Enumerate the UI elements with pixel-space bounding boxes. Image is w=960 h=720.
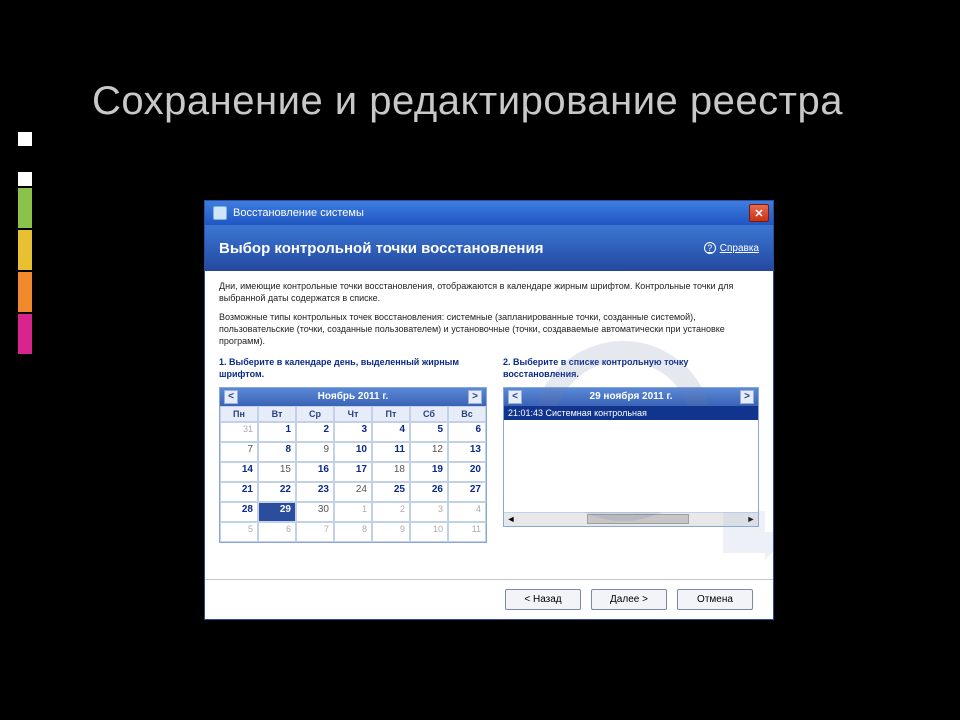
calendar-day[interactable]: 5 xyxy=(410,422,448,442)
calendar-dow: Пн xyxy=(220,406,258,422)
calendar-day[interactable]: 10 xyxy=(334,442,372,462)
step-1-label: 1. Выберите в календаре день, выделенный… xyxy=(219,357,489,380)
calendar-day[interactable]: 2 xyxy=(296,422,334,442)
content-area: Дни, имеющие контрольные точки восстанов… xyxy=(205,271,773,581)
slide-title: Сохранение и редактирование реестра xyxy=(92,78,843,124)
calendar-dow: Сб xyxy=(410,406,448,422)
calendar-column: 1. Выберите в календаре день, выделенный… xyxy=(219,357,489,542)
help-label: Справка xyxy=(720,243,759,254)
calendar-day[interactable]: 16 xyxy=(296,462,334,482)
calendar-day[interactable]: 6 xyxy=(448,422,486,442)
page-heading: Выбор контрольной точки восстановления xyxy=(219,240,543,257)
restore-point-item[interactable]: 21:01:43 Системная контрольная xyxy=(504,406,758,420)
calendar-day[interactable]: 14 xyxy=(220,462,258,482)
accent-segment xyxy=(18,172,32,186)
accent-segment xyxy=(18,188,32,228)
calendar-day[interactable]: 29 xyxy=(258,502,296,522)
calendar-day[interactable]: 11 xyxy=(448,522,486,542)
accent-segment xyxy=(18,60,32,130)
calendar-day[interactable]: 8 xyxy=(258,442,296,462)
slide-accent-bar xyxy=(18,60,32,356)
window-icon xyxy=(213,206,227,220)
calendar-dow: Вс xyxy=(448,406,486,422)
accent-segment xyxy=(18,132,32,146)
calendar-day[interactable]: 3 xyxy=(410,502,448,522)
wizard-buttons: < Назад Далее > Отмена xyxy=(205,579,773,619)
calendar-day[interactable]: 17 xyxy=(334,462,372,482)
calendar-dow: Пт xyxy=(372,406,410,422)
calendar-day[interactable]: 24 xyxy=(334,482,372,502)
calendar-day[interactable]: 11 xyxy=(372,442,410,462)
restore-points-list: < 29 ноября 2011 г. > 21:01:43 Системная… xyxy=(503,387,759,527)
calendar-day[interactable]: 22 xyxy=(258,482,296,502)
close-button[interactable]: ✕ xyxy=(749,204,769,222)
calendar-day[interactable]: 19 xyxy=(410,462,448,482)
description-1: Дни, имеющие контрольные точки восстанов… xyxy=(219,281,759,304)
accent-segment xyxy=(18,148,32,170)
calendar-day[interactable]: 8 xyxy=(334,522,372,542)
calendar-day[interactable]: 21 xyxy=(220,482,258,502)
calendar-day[interactable]: 5 xyxy=(220,522,258,542)
calendar-day[interactable]: 9 xyxy=(372,522,410,542)
calendar-day[interactable]: 13 xyxy=(448,442,486,462)
back-button[interactable]: < Назад xyxy=(505,589,581,610)
titlebar[interactable]: Восстановление системы ✕ xyxy=(205,201,773,225)
calendar-day[interactable]: 31 xyxy=(220,422,258,442)
calendar-dow: Чт xyxy=(334,406,372,422)
calendar-next-button[interactable]: > xyxy=(468,390,482,404)
window-title: Восстановление системы xyxy=(233,207,364,219)
calendar-day[interactable]: 30 xyxy=(296,502,334,522)
calendar-dow: Ср xyxy=(296,406,334,422)
calendar-day[interactable]: 12 xyxy=(410,442,448,462)
calendar-day[interactable]: 10 xyxy=(410,522,448,542)
calendar-day[interactable]: 1 xyxy=(258,422,296,442)
next-button[interactable]: Далее > xyxy=(591,589,667,610)
system-restore-window: Восстановление системы ✕ Выбор контрольн… xyxy=(204,200,774,620)
calendar-day[interactable]: 7 xyxy=(220,442,258,462)
calendar-day[interactable]: 9 xyxy=(296,442,334,462)
page-heading-banner: Выбор контрольной точки восстановления ?… xyxy=(205,225,773,271)
calendar-day[interactable]: 20 xyxy=(448,462,486,482)
calendar-day[interactable]: 6 xyxy=(258,522,296,542)
calendar-dow: Вт xyxy=(258,406,296,422)
accent-segment xyxy=(18,230,32,270)
calendar: < Ноябрь 2011 г. > ПнВтСрЧтПтСбВс 311234… xyxy=(219,387,487,543)
calendar-day[interactable]: 4 xyxy=(372,422,410,442)
calendar-day[interactable]: 2 xyxy=(372,502,410,522)
calendar-day[interactable]: 25 xyxy=(372,482,410,502)
calendar-prev-button[interactable]: < xyxy=(224,390,238,404)
calendar-day[interactable]: 26 xyxy=(410,482,448,502)
calendar-day[interactable]: 28 xyxy=(220,502,258,522)
calendar-day[interactable]: 27 xyxy=(448,482,486,502)
calendar-day[interactable]: 4 xyxy=(448,502,486,522)
calendar-day[interactable]: 18 xyxy=(372,462,410,482)
accent-segment xyxy=(18,272,32,312)
accent-segment xyxy=(18,314,32,354)
calendar-day[interactable]: 23 xyxy=(296,482,334,502)
calendar-day[interactable]: 1 xyxy=(334,502,372,522)
help-link[interactable]: ? Справка xyxy=(704,242,759,254)
calendar-month-label: Ноябрь 2011 г. xyxy=(318,391,389,402)
cancel-button[interactable]: Отмена xyxy=(677,589,753,610)
calendar-day[interactable]: 7 xyxy=(296,522,334,542)
help-icon: ? xyxy=(704,242,716,254)
calendar-day[interactable]: 3 xyxy=(334,422,372,442)
calendar-day[interactable]: 15 xyxy=(258,462,296,482)
